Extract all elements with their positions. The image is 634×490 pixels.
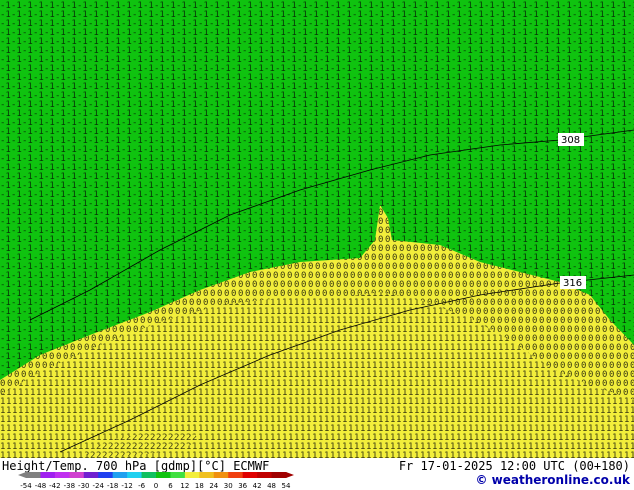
colorbar-tick-label: -18 [107, 482, 118, 490]
colorbar-swatch [271, 472, 287, 478]
colorbar-tick-label: 30 [224, 482, 233, 490]
colorbar-swatch [199, 472, 215, 478]
colorbar-swatch [184, 472, 200, 478]
colorbar-swatch [242, 472, 258, 478]
colorbar-swatch [141, 472, 157, 478]
colorbar-tick-label: 6 [168, 482, 173, 490]
credit-link[interactable]: © weatheronline.co.uk [475, 473, 630, 487]
colorbar-tick-label: -12 [121, 482, 132, 490]
colorbar-swatch [26, 472, 41, 478]
colorbar-swatch [112, 472, 128, 478]
colorbar-tick-label: 36 [238, 482, 247, 490]
colorbar-swatch [156, 472, 171, 478]
colorbar-swatch [69, 472, 85, 478]
colorbar-tick-label: -48 [35, 482, 46, 490]
colorbar-tick-label: 0 [154, 482, 158, 490]
colorbar-swatch [213, 472, 229, 478]
colorbar-tick-label: 54 [282, 482, 291, 490]
colorbar-tick-label: 18 [195, 482, 204, 490]
colorbar-tick-label: -24 [93, 482, 105, 490]
weather-map: -1 0 1 2 30 [0, 0, 634, 458]
colorbar-swatch [228, 472, 244, 478]
colorbar-tick-label: -6 [138, 482, 146, 490]
map-footer: Height/Temp. 700 hPa [gdmp][°C] ECMWF Fr… [0, 458, 634, 490]
colorbar-swatch [40, 472, 56, 478]
colorbar-swatch [127, 472, 143, 478]
contour-label-316: 316 [560, 276, 586, 289]
colorbar-tick-label: -30 [78, 482, 89, 490]
colorbar-arrow-right [286, 472, 294, 478]
colorbar-tick-label: 24 [209, 482, 218, 490]
colorbar-tick-label: 42 [253, 482, 262, 490]
colorbar-swatch [83, 472, 99, 478]
color-scale: -54 -48 -42 -38 -30 -24 -18 -12 -6 0 6 12 18 24 30 36 42… [18, 472, 294, 490]
map-title: Height/Temp. 700 hPa [gdmp][°C] ECMWF [2, 459, 270, 473]
colorbar-tick-label: -54 [20, 482, 32, 490]
colorbar-swatch [170, 472, 186, 478]
colorbar-tick-label: 12 [180, 482, 189, 490]
contour-label-308: 308 [558, 133, 584, 146]
svg-text:308: 308 [561, 135, 580, 146]
forecast-date: Fr 17-01-2025 12:00 UTC (00+180) [398, 459, 630, 473]
svg-text:316: 316 [563, 278, 582, 289]
colorbar-swatch [98, 472, 114, 478]
colorbar-tick-label: -38 [64, 482, 75, 490]
colorbar-swatch [54, 472, 70, 478]
map-canvas: -1 0 1 2 30 [0, 0, 634, 458]
colorbar-tick-label: -42 [49, 482, 60, 490]
colorbar-swatch [257, 472, 273, 478]
colorbar-tick-label: 48 [267, 482, 276, 490]
colorbar-arrow-left [18, 472, 26, 478]
